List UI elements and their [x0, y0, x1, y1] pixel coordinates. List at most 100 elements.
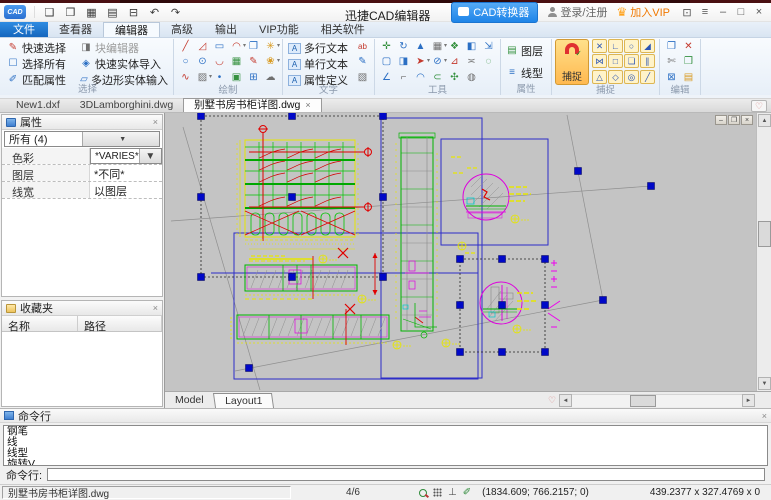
delete-icon[interactable]: ✕ [680, 39, 697, 54]
join-icon[interactable]: ⊂ [429, 70, 446, 85]
mdi-restore-icon[interactable]: ❐ [728, 115, 740, 125]
pencil-icon[interactable]: ✎ [245, 54, 262, 69]
doc-tab-lamborghini[interactable]: 3DLamborghini.dwg [70, 99, 183, 112]
line-icon[interactable]: ╱ [177, 39, 194, 54]
snap-nearest-icon[interactable]: ◢ [640, 39, 655, 53]
chamfer-icon[interactable]: ⌐ [395, 70, 412, 85]
print-icon[interactable]: ⊟ [123, 6, 144, 19]
dropdown-arrow-icon[interactable]: ▼ [139, 149, 161, 163]
color-value-dropdown[interactable]: *VARIES* ▼ [90, 148, 162, 164]
menu-icon[interactable]: ≡ [697, 6, 713, 18]
align-icon[interactable]: ⇲ [480, 39, 497, 54]
maximize-icon[interactable]: □ [733, 6, 749, 18]
image-icon[interactable]: ▦ [228, 54, 245, 69]
tab-advanced[interactable]: 高级 [160, 22, 204, 37]
copy-icon[interactable]: ❐ [663, 39, 680, 54]
command-close-icon[interactable]: × [762, 411, 767, 421]
group-icon[interactable]: ◍ [463, 70, 480, 85]
cad-converter-button[interactable]: CAD转换器 [451, 2, 538, 23]
scroll-right-icon[interactable]: ► [742, 394, 755, 407]
tab-viewer[interactable]: 查看器 [48, 22, 103, 37]
layer-button[interactable]: ▤图层 [504, 43, 548, 59]
favorites-close-icon[interactable]: × [153, 303, 158, 313]
edit-text-icon[interactable]: ✎ [354, 55, 371, 68]
stretch-icon[interactable]: ➤ [412, 54, 429, 69]
measure-icon[interactable]: ⊿ [446, 54, 463, 69]
mirror-icon[interactable]: ▲ [412, 39, 429, 54]
save-icon[interactable]: ▦ [81, 6, 102, 19]
snap-node-icon[interactable]: ◎ [624, 70, 639, 84]
cad-drawing[interactable] [165, 113, 755, 391]
canvas-heart-icon[interactable]: ♡ [545, 395, 559, 406]
single-text-button[interactable]: A单行文本 [286, 56, 352, 72]
feedback-icon[interactable]: ⊡ [679, 6, 695, 19]
model-tab[interactable]: Model [165, 394, 214, 406]
minimize-icon[interactable]: – [715, 6, 731, 18]
arc2-icon[interactable]: ◡ [211, 54, 228, 69]
tab-file[interactable]: 文件 [0, 22, 48, 37]
move-icon[interactable]: ✛ [378, 39, 395, 54]
circle-icon[interactable]: ○ [177, 54, 194, 69]
join-vip-button[interactable]: ♛ 加入VIP [617, 4, 671, 20]
cut-icon[interactable]: ✄ [663, 54, 680, 69]
rotate-icon[interactable]: ↻ [395, 39, 412, 54]
scroll-down-icon[interactable]: ▼ [758, 377, 771, 390]
quick-select-button[interactable]: ✎快速选择 [5, 40, 78, 56]
select-all-button[interactable]: ☐选择所有 [5, 56, 78, 72]
mdi-minimize-icon[interactable]: – [715, 115, 727, 125]
divide-icon[interactable]: ◌ [480, 54, 497, 69]
trim-icon[interactable]: ▢ [378, 54, 395, 69]
vertical-scroll-thumb[interactable] [758, 221, 771, 247]
command-input[interactable] [47, 468, 765, 481]
array-icon[interactable]: ▦ [429, 39, 446, 54]
dropdown-arrow-icon[interactable]: ▼ [82, 132, 160, 146]
entity-import-button[interactable]: ◈快速实体导入 [78, 56, 170, 72]
tab-editor[interactable]: 编辑器 [103, 22, 160, 37]
doc-tab-bookcase[interactable]: 别墅书房书柜详图.dwg × [183, 98, 321, 112]
fillet-icon[interactable]: ∠ [378, 70, 395, 85]
snap-parallel-icon[interactable]: ∥ [640, 54, 655, 68]
spline-icon[interactable]: ∿ [177, 70, 194, 85]
region-icon[interactable]: ▣ [228, 70, 245, 85]
open-file-icon[interactable]: ❒ [60, 6, 81, 19]
snap-intersection-icon[interactable]: ✕ [592, 39, 607, 53]
linetype-button[interactable]: ≡线型 [504, 65, 548, 81]
arc-edit-icon[interactable]: ◠ [412, 70, 429, 85]
login-button[interactable]: 登录/注册 [547, 4, 607, 20]
tab-output[interactable]: 输出 [204, 22, 248, 37]
osnap-toggle-icon[interactable] [419, 489, 427, 497]
point-icon[interactable]: • [211, 70, 228, 85]
explode-icon[interactable]: ✣ [446, 70, 463, 85]
close-icon[interactable]: × [751, 6, 767, 18]
command-history[interactable]: 钢笔 线 线型 旋转V [3, 425, 768, 466]
snap-apparent-icon[interactable]: ⋈ [592, 54, 607, 68]
vertical-scrollbar[interactable]: ▲ ▼ [756, 113, 771, 391]
paste-special-icon[interactable]: ▤ [680, 70, 697, 85]
arc-icon[interactable]: ◠ [228, 39, 245, 54]
block-editor-button[interactable]: ◨块编辑器 [78, 40, 170, 56]
snap-insertion-icon[interactable]: ❏ [624, 54, 639, 68]
snap-toggle-button[interactable]: 捕捉 [555, 39, 589, 85]
column-name[interactable]: 名称 [2, 316, 78, 331]
properties-filter-dropdown[interactable]: 所有 (4) ▼ [4, 131, 160, 147]
text-style-icon[interactable]: ▧ [354, 71, 371, 84]
scale-icon[interactable]: ❖ [446, 39, 463, 54]
lengthen-icon[interactable]: ≍ [463, 54, 480, 69]
snap-center-icon[interactable]: ○ [624, 39, 639, 53]
snap-midpoint-icon[interactable]: △ [592, 70, 607, 84]
snap-endpoint-icon[interactable]: □ [608, 54, 623, 68]
new-file-icon[interactable]: ❑ [39, 6, 60, 19]
scroll-up-icon[interactable]: ▲ [758, 114, 771, 127]
star-icon[interactable]: ✳ [262, 39, 279, 54]
snap-perpendicular-icon[interactable]: ∟ [608, 39, 623, 53]
tab-vip-features[interactable]: VIP功能 [248, 22, 310, 37]
offset-icon[interactable]: ◧ [463, 39, 480, 54]
horizontal-scrollbar[interactable]: ◄ ► [559, 393, 755, 408]
grid-toggle-icon[interactable] [433, 488, 442, 497]
table-icon[interactable]: ⊞ [245, 70, 262, 85]
hatch-icon[interactable]: ▨ [194, 70, 211, 85]
picture-icon[interactable]: ❀ [262, 54, 279, 69]
extend-icon[interactable]: ◨ [395, 54, 412, 69]
horizontal-scroll-thumb[interactable] [630, 395, 656, 407]
mdi-close-icon[interactable]: × [741, 115, 753, 125]
